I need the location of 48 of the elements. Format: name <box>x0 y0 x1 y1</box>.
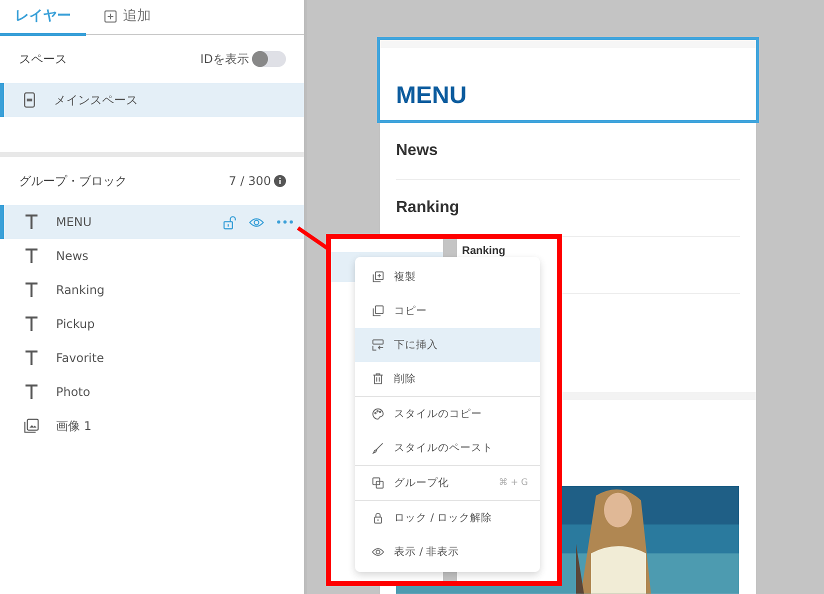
info-icon[interactable] <box>274 175 286 187</box>
context-option[interactable]: コピー <box>355 294 540 328</box>
unlock-icon[interactable] <box>222 214 237 230</box>
text-icon <box>24 282 39 298</box>
text-icon <box>24 214 39 230</box>
copy-icon <box>372 305 384 317</box>
context-option[interactable]: 削除 <box>355 362 540 396</box>
trash-icon <box>372 373 384 385</box>
layer-item[interactable]: Photo <box>0 375 304 409</box>
layer-item[interactable]: Favorite <box>0 341 304 375</box>
layer-item[interactable]: MENU <box>0 205 304 239</box>
plus-icon <box>104 10 117 23</box>
text-icon <box>24 248 39 264</box>
duplicate-icon <box>372 271 384 283</box>
phone-icon <box>22 92 37 108</box>
layer-item[interactable]: 画像 1 <box>0 409 304 443</box>
insert-below-icon <box>372 339 384 351</box>
menu-link[interactable]: News <box>396 142 438 160</box>
overlap-squares-icon <box>372 477 384 489</box>
context-option[interactable]: スタイルのコピー <box>355 397 540 431</box>
shortcut-hint: ⌘ + G <box>498 478 528 488</box>
layer-item[interactable]: Ranking <box>0 273 304 307</box>
context-option[interactable]: グループ化 ⌘ + G <box>355 466 540 500</box>
text-icon <box>24 316 39 332</box>
id-toggle[interactable] <box>252 51 286 67</box>
section-title: グループ・ブロック <box>19 172 127 190</box>
brush-icon <box>372 442 384 454</box>
space-item[interactable]: メインスペース <box>0 83 304 117</box>
layer-item[interactable]: Pickup <box>0 307 304 341</box>
block-count: 7 / 300 <box>228 174 271 188</box>
context-option[interactable]: 表示 / 非表示 <box>355 535 540 569</box>
context-option[interactable]: 下に挿入 <box>355 328 540 362</box>
menu-link[interactable]: Ranking <box>396 199 460 218</box>
context-option[interactable]: 複製 <box>355 260 540 294</box>
section-title: スペース <box>19 50 67 68</box>
palette-icon <box>372 408 384 420</box>
lock-icon <box>372 512 384 524</box>
context-option[interactable]: スタイルのペースト <box>355 431 540 465</box>
toggle-label: IDを表示 <box>200 50 249 68</box>
menu-heading: MENU <box>396 82 467 110</box>
text-icon <box>24 350 39 366</box>
layer-item[interactable]: News <box>0 239 304 273</box>
more-icon[interactable] <box>276 219 294 225</box>
eye-icon <box>372 546 384 558</box>
tab[interactable]: 追加 <box>86 0 169 36</box>
text-icon <box>24 384 39 400</box>
image-icon <box>24 418 39 434</box>
context-option[interactable]: ロック / ロック解除 <box>355 501 540 535</box>
